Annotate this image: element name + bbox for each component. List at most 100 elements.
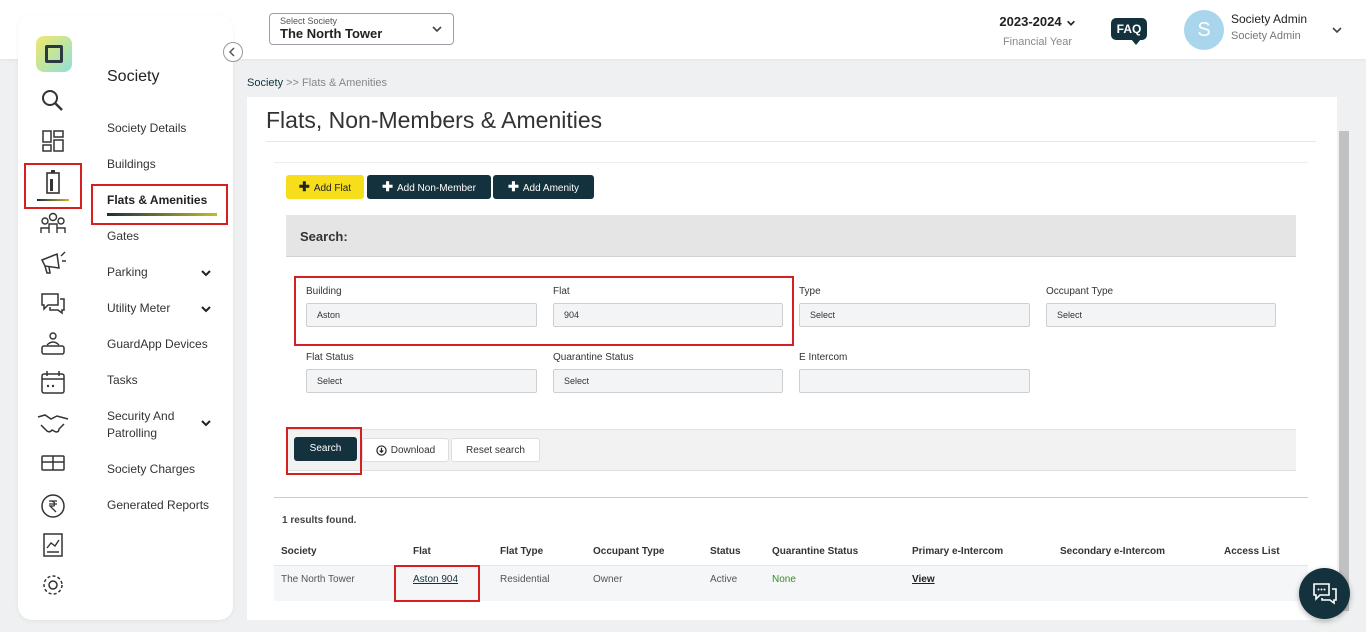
dashboard-icon[interactable] (41, 129, 65, 153)
e-intercom-label: E Intercom (799, 352, 848, 363)
gift-icon[interactable] (40, 453, 66, 473)
sidebar-item-utility-meter[interactable]: Utility Meter (107, 300, 227, 317)
download-icon (376, 445, 387, 456)
chevron-down-icon (432, 26, 442, 33)
quarantine-status-label: Quarantine Status (553, 352, 634, 363)
flat-status-label: Flat Status (306, 352, 354, 363)
sidebar-item-society-details[interactable]: Society Details (107, 120, 227, 137)
add-amenity-button[interactable]: ✚ Add Amenity (493, 175, 594, 199)
avatar[interactable]: S (1184, 10, 1224, 50)
quarantine-status-select[interactable]: Select (553, 369, 783, 393)
e-intercom-field[interactable] (799, 369, 1030, 393)
rupee-icon[interactable] (40, 493, 66, 519)
column-header-access-list[interactable]: Access List (1224, 546, 1280, 557)
type-select[interactable]: Select (799, 303, 1030, 327)
cell-flat-type: Residential (500, 574, 550, 585)
user-name: Society Admin (1231, 12, 1308, 26)
column-header-primary-intercom[interactable]: Primary e-Intercom (912, 546, 1003, 557)
column-header-secondary-intercom[interactable]: Secondary e-Intercom (1060, 546, 1165, 557)
occupant-type-select[interactable]: Select (1046, 303, 1276, 327)
add-non-member-label: Add Non-Member (396, 183, 476, 194)
chevron-down-icon (201, 420, 211, 427)
results-summary: 1 results found. (282, 515, 357, 526)
page-title: Flats, Non-Members & Amenities (266, 107, 603, 133)
column-header-occupant-type[interactable]: Occupant Type (593, 546, 665, 557)
chevron-down-icon (201, 306, 211, 313)
financial-year-value: 2023-2024 (999, 14, 1062, 29)
society-select-label: Select Society (280, 16, 338, 26)
plus-icon: ✚ (298, 179, 310, 194)
add-flat-button[interactable]: ✚ Add Flat (286, 175, 364, 199)
plus-icon: ✚ (507, 179, 519, 194)
sidebar-section-title: Society (107, 68, 160, 85)
type-label: Type (799, 286, 821, 297)
sidebar-item-tasks[interactable]: Tasks (107, 372, 227, 389)
column-header-flat-type[interactable]: Flat Type (500, 546, 543, 557)
highlight-search-button (286, 427, 362, 475)
highlight-building-icon (24, 163, 82, 209)
cell-society: The North Tower (281, 574, 355, 585)
sidebar-item-generated-reports[interactable]: Generated Reports (107, 497, 227, 514)
sidebar-item-buildings[interactable]: Buildings (107, 156, 227, 173)
breadcrumb: Society >> Flats & Amenities (247, 77, 387, 89)
add-non-member-button[interactable]: ✚ Add Non-Member (367, 175, 491, 199)
search-heading: Search: (300, 229, 348, 244)
chevron-left-icon (228, 47, 235, 57)
gear-icon[interactable] (40, 572, 66, 598)
add-amenity-label: Add Amenity (522, 183, 580, 194)
helpdesk-icon[interactable] (39, 331, 67, 357)
flat-status-select[interactable]: Select (306, 369, 537, 393)
app-logo[interactable] (36, 36, 72, 72)
sidebar-item-label: Utility Meter (107, 301, 171, 315)
sidebar-item-parking[interactable]: Parking (107, 264, 227, 281)
sidebar-collapse-button[interactable] (223, 42, 243, 62)
chat-bubbles-icon (1313, 583, 1337, 605)
financial-year-selector[interactable]: 2023-2024 Financial Year (990, 14, 1085, 48)
sidebar-item-label: Parking (107, 265, 148, 279)
sidebar: Society Society Details Buildings Flats … (18, 15, 243, 620)
download-button[interactable]: Download (362, 438, 449, 462)
society-select[interactable]: Select Society The North Tower (269, 13, 454, 45)
report-icon[interactable] (42, 532, 64, 558)
breadcrumb-root[interactable]: Society (247, 77, 283, 89)
sidebar-item-gates[interactable]: Gates (107, 228, 227, 245)
chevron-down-icon (1066, 20, 1075, 26)
chat-support-button[interactable] (1299, 568, 1350, 619)
sidebar-item-guardapp-devices[interactable]: GuardApp Devices (107, 336, 227, 353)
column-header-quarantine-status[interactable]: Quarantine Status (772, 546, 858, 557)
user-role: Society Admin (1231, 30, 1301, 42)
search-icon[interactable] (40, 88, 66, 114)
column-header-society[interactable]: Society (281, 546, 317, 557)
announcement-icon[interactable] (39, 250, 67, 276)
cell-quarantine-status: None (772, 574, 796, 585)
add-flat-label: Add Flat (313, 183, 352, 194)
reset-search-button[interactable]: Reset search (451, 438, 540, 462)
highlight-flats-amenities (91, 184, 228, 225)
download-label: Download (390, 445, 436, 456)
highlight-flat-link (394, 565, 480, 602)
chat-icon[interactable] (40, 291, 66, 315)
members-icon[interactable] (39, 211, 67, 235)
highlight-building-flat-fields (294, 276, 794, 346)
plus-icon: ✚ (382, 179, 393, 194)
calendar-icon[interactable] (40, 370, 66, 396)
breadcrumb-separator: >> (283, 77, 303, 89)
view-intercom-link[interactable]: View (912, 574, 935, 585)
faq-button[interactable]: FAQ (1111, 18, 1147, 45)
column-header-status[interactable]: Status (710, 546, 741, 557)
society-select-value: The North Tower (280, 26, 383, 41)
financial-year-label: Financial Year (1002, 36, 1073, 48)
scrollbar[interactable] (1337, 97, 1351, 620)
sidebar-item-security-patrolling[interactable]: Security And Patrolling (107, 408, 211, 442)
handshake-icon[interactable] (37, 411, 69, 435)
cell-occupant-type: Owner (593, 574, 623, 585)
sidebar-item-society-charges[interactable]: Society Charges (107, 461, 227, 478)
breadcrumb-current: Flats & Amenities (302, 77, 388, 89)
search-header: Search: (286, 215, 1296, 257)
sidebar-item-label: Security And Patrolling (107, 409, 175, 440)
column-header-flat[interactable]: Flat (413, 546, 431, 557)
cell-status: Active (710, 574, 738, 585)
user-menu-chevron-icon[interactable] (1331, 24, 1343, 36)
scrollbar-thumb[interactable] (1339, 131, 1349, 611)
chevron-down-icon (201, 270, 211, 277)
